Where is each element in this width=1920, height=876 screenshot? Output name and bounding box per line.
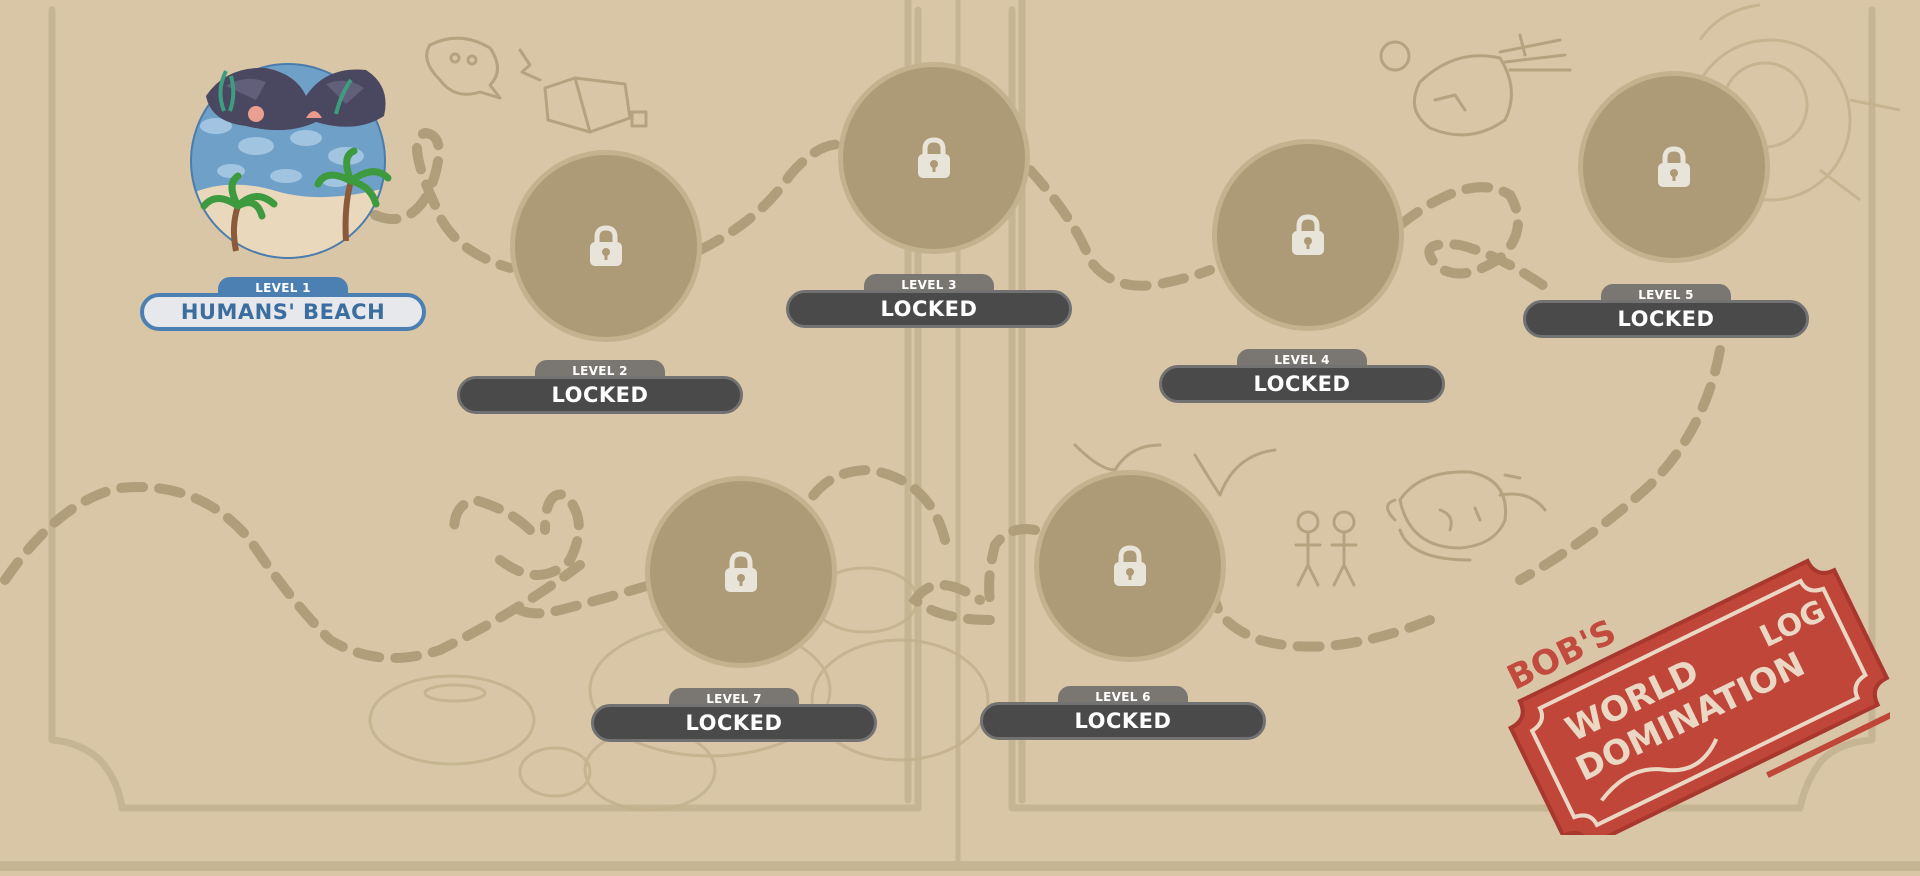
level-6-node[interactable]: [1034, 470, 1226, 662]
level-1-island-image[interactable]: [186, 56, 400, 262]
world-domination-log-stamp: BOB'S WORLD DOMINATION LOG: [1501, 558, 1890, 835]
level-2-plate[interactable]: LEVEL 2 LOCKED: [457, 360, 743, 416]
level-3-name: LOCKED: [786, 290, 1072, 328]
lock-icon: [590, 225, 622, 266]
level-2-node[interactable]: [510, 150, 702, 342]
level-7-name: LOCKED: [591, 704, 877, 742]
level-1-plate[interactable]: LEVEL 1 HUMANS' BEACH: [140, 277, 426, 333]
level-6-name: LOCKED: [980, 702, 1266, 740]
level-4-name: LOCKED: [1159, 365, 1445, 403]
lock-icon: [725, 551, 757, 592]
level-7-plate[interactable]: LEVEL 7 LOCKED: [591, 688, 877, 744]
lock-icon: [1658, 146, 1690, 187]
level-4-node[interactable]: [1212, 139, 1404, 331]
level-5-name: LOCKED: [1523, 300, 1809, 338]
level-1-name: HUMANS' BEACH: [140, 293, 426, 331]
level-3-node[interactable]: [838, 62, 1030, 254]
level-6-plate[interactable]: LEVEL 6 LOCKED: [980, 686, 1266, 742]
lock-icon: [1114, 545, 1146, 586]
level-3-plate[interactable]: LEVEL 3 LOCKED: [786, 274, 1072, 330]
lock-icon: [1292, 214, 1324, 255]
level-2-name: LOCKED: [457, 376, 743, 414]
level-5-node[interactable]: [1578, 71, 1770, 263]
level-5-plate[interactable]: LEVEL 5 LOCKED: [1523, 284, 1809, 340]
level-7-node[interactable]: [645, 476, 837, 668]
lock-icon: [918, 137, 950, 178]
level-4-plate[interactable]: LEVEL 4 LOCKED: [1159, 349, 1445, 405]
